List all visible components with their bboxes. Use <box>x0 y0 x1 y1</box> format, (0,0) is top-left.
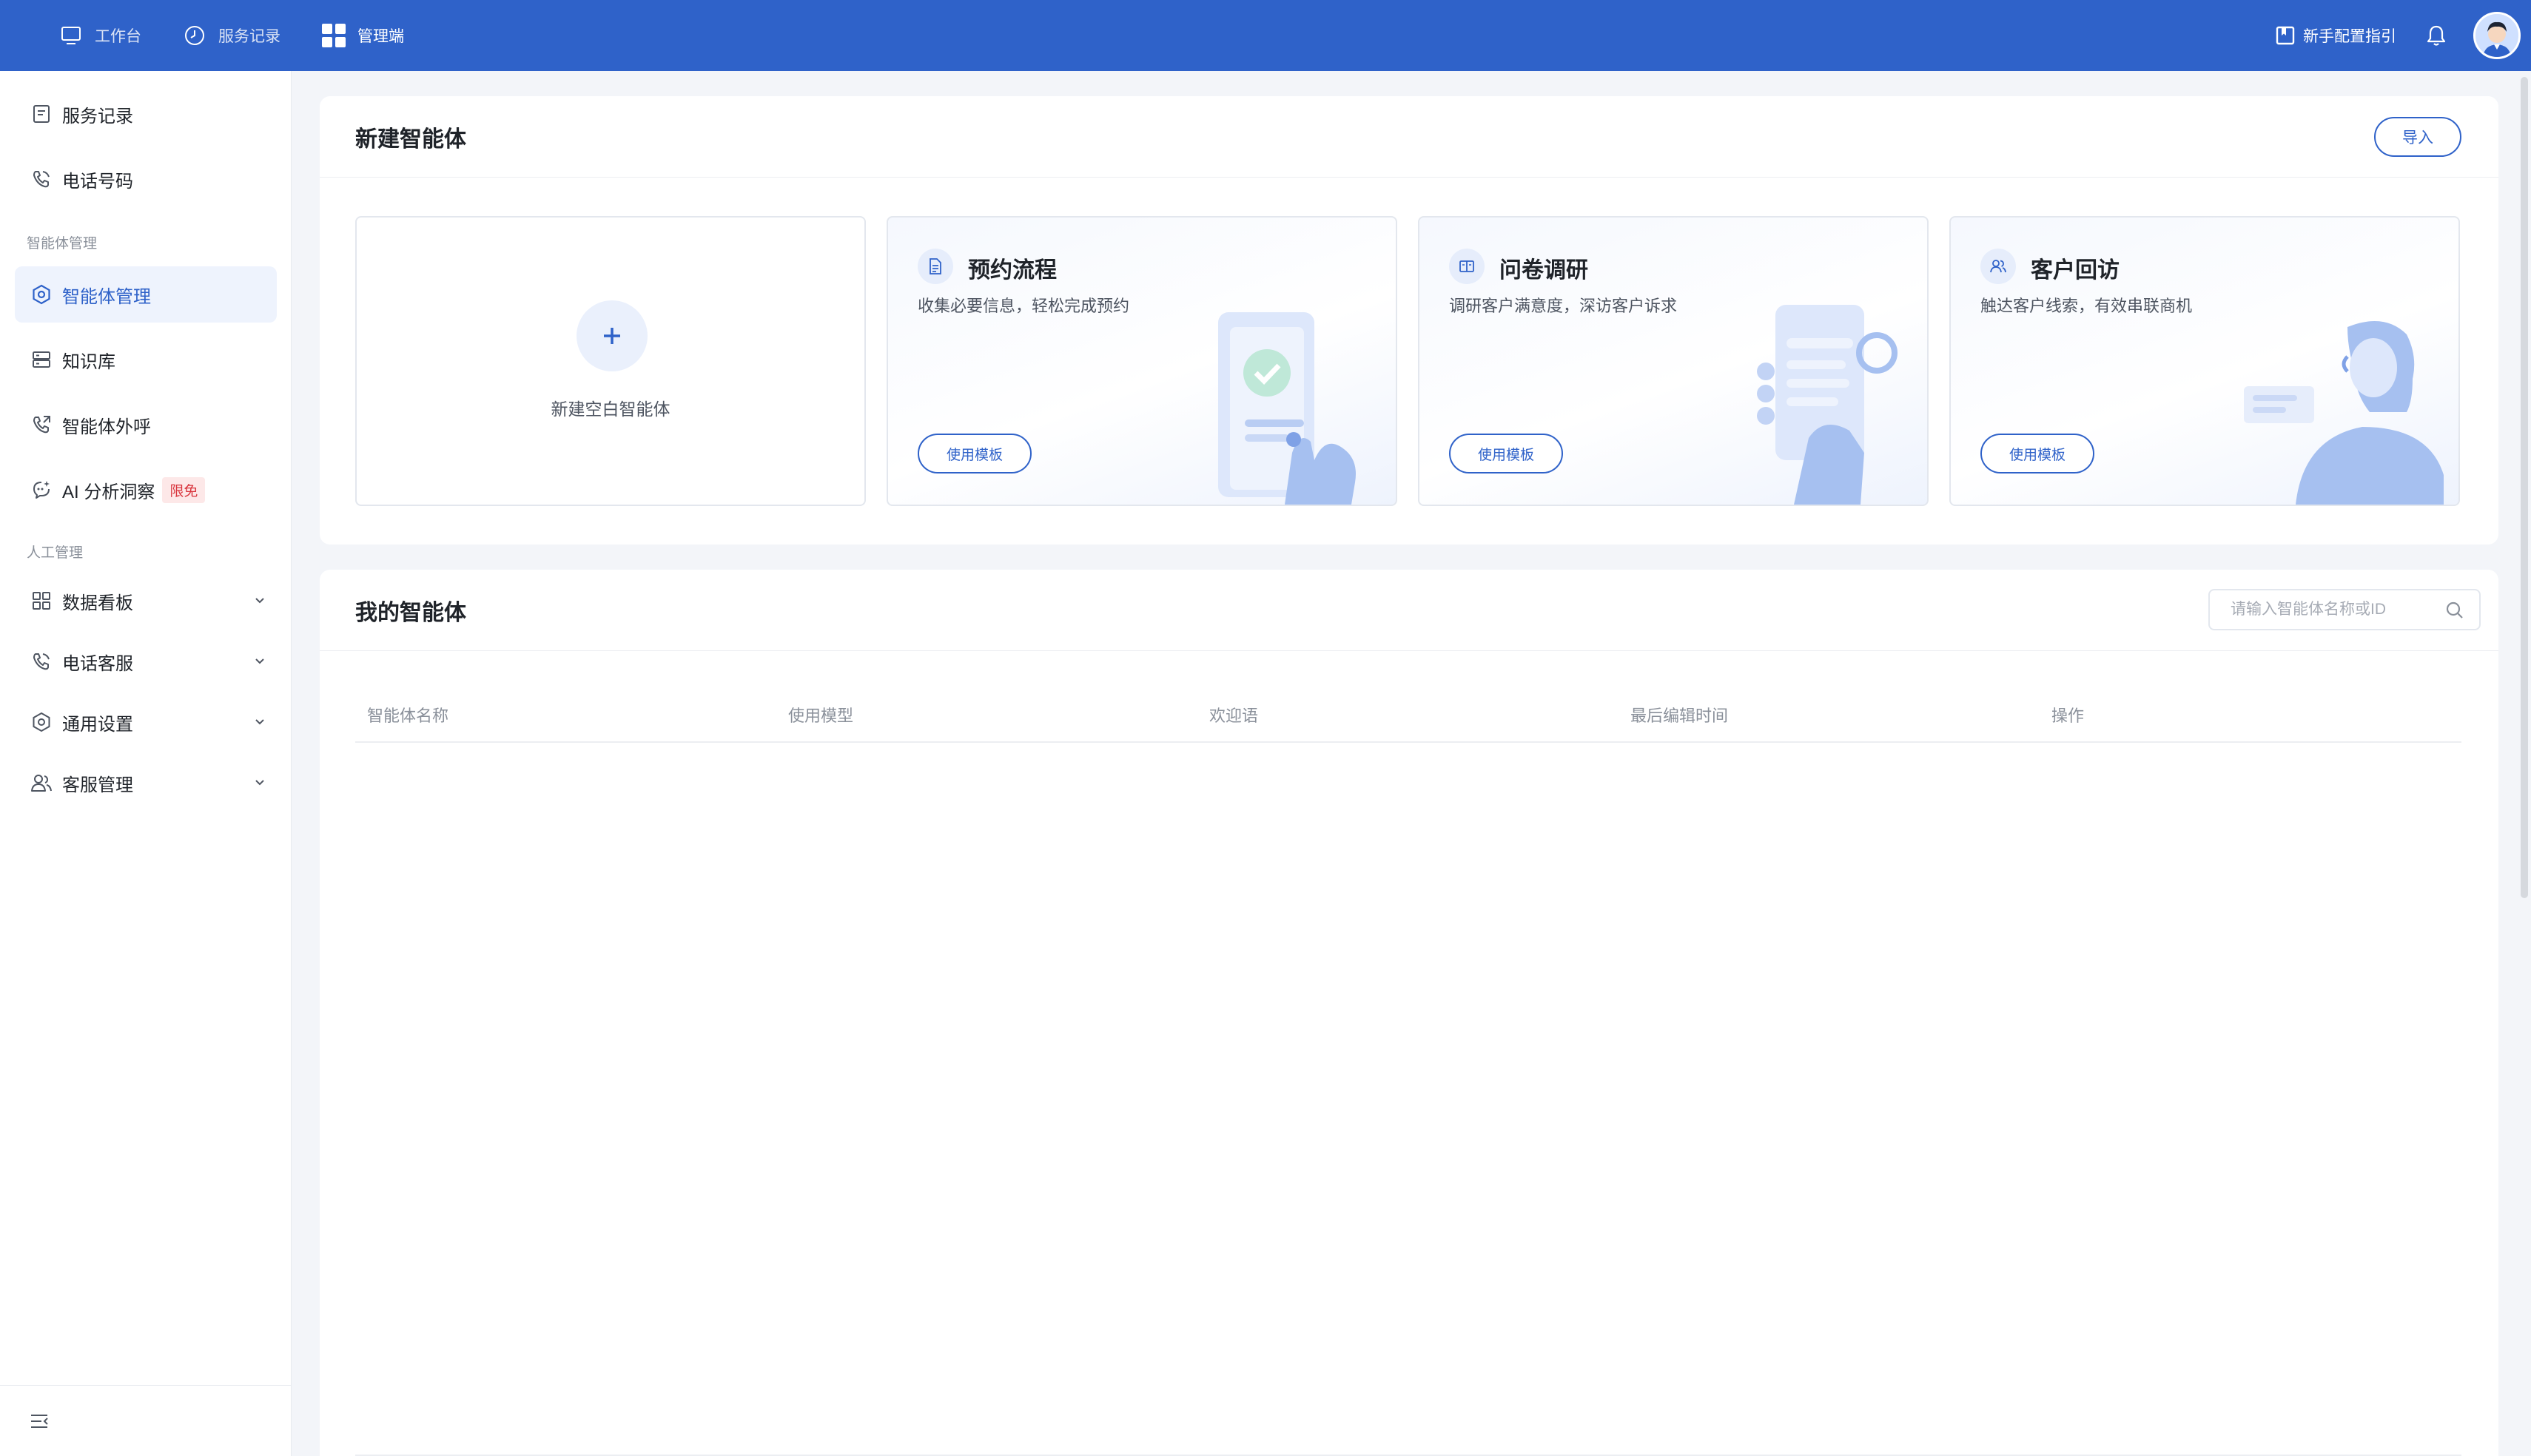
sidebar-item-label: AI 分析洞察 <box>62 482 155 502</box>
topnav-admin[interactable]: 管理端 <box>306 0 419 71</box>
column-header-last-edited: 最后编辑时间 <box>1630 707 1729 725</box>
hexagon-gear-icon <box>30 283 53 306</box>
topnav-service-records[interactable]: 服务记录 <box>167 0 295 71</box>
template-desc: 收集必要信息，轻松完成预约 <box>918 297 1130 315</box>
use-template-button[interactable]: 使用模板 <box>1449 434 1563 473</box>
customer-service-illustration <box>2244 321 2444 505</box>
book-icon <box>1449 249 1485 284</box>
collapse-sidebar-icon[interactable] <box>28 1409 52 1433</box>
sidebar-item-label: 电话客服 <box>62 653 133 674</box>
survey-phone-illustration <box>1757 305 1898 505</box>
phone-check-illustration <box>1218 312 1356 505</box>
database-icon <box>30 348 53 371</box>
gear-icon <box>30 710 53 734</box>
sidebar-item-label: 电话号码 <box>62 171 133 192</box>
sidebar-item-dashboard[interactable]: 数据看板 <box>15 573 277 629</box>
template-card-appointment: 预约流程 收集必要信息，轻松完成预约 使用模板 <box>887 216 1397 506</box>
top-nav: 工作台 服务记录 管理端 <box>43 0 429 71</box>
sidebar: 服务记录 电话号码 智能体管理 智能体管理 知识库 智能体外呼 AI 分析洞察 … <box>0 71 292 1456</box>
sidebar-item-label: 通用设置 <box>62 714 133 735</box>
clock-icon <box>181 22 208 49</box>
sidebar-item-label: 智能体管理 <box>62 286 151 307</box>
search-icon[interactable] <box>2445 601 2464 620</box>
avatar[interactable] <box>2473 12 2521 59</box>
phone-out-icon <box>30 413 53 437</box>
sidebar-item-label: 智能体外呼 <box>62 417 151 437</box>
topnav-admin-label: 管理端 <box>357 28 404 45</box>
create-agent-header: 新建智能体 导入 <box>320 96 2498 178</box>
sidebar-item-phone-numbers[interactable]: 电话号码 <box>15 151 277 207</box>
new-blank-agent-label: 新建空白智能体 <box>551 400 670 419</box>
search-box <box>2208 589 2481 630</box>
template-desc: 调研客户满意度，深访客户诉求 <box>1449 297 1678 315</box>
phone-icon <box>30 167 53 191</box>
sidebar-item-agent-management[interactable]: 智能体管理 <box>15 266 277 323</box>
sidebar-item-service-records[interactable]: 服务记录 <box>15 86 277 142</box>
monitor-icon <box>58 22 84 49</box>
chat-sparkle-icon <box>30 478 53 502</box>
use-template-button[interactable]: 使用模板 <box>1980 434 2094 473</box>
template-title: 预约流程 <box>968 258 1057 283</box>
chevron-down-icon <box>255 719 264 725</box>
dashboard-icon <box>30 589 53 613</box>
grid-icon <box>320 22 347 49</box>
my-agents-panel: 我的智能体 智能体名称 使用模型 欢迎语 最后编辑时间 操作 <box>320 570 2498 1456</box>
document-icon <box>918 249 953 284</box>
panel-title: 新建智能体 <box>355 127 466 152</box>
table-header-row: 智能体名称 使用模型 欢迎语 最后编辑时间 操作 <box>355 688 2461 743</box>
bell-icon[interactable] <box>2423 22 2450 49</box>
sidebar-item-phone-service[interactable]: 电话客服 <box>15 633 277 690</box>
free-badge: 限免 <box>162 476 206 503</box>
topnav-workbench-label: 工作台 <box>95 28 141 45</box>
top-bar-right: 新手配置指引 <box>2275 0 2531 71</box>
template-card-follow-up: 客户回访 触达客户线索，有效串联商机 使用模板 <box>1949 216 2460 506</box>
use-template-button[interactable]: 使用模板 <box>918 434 1032 473</box>
sidebar-item-knowledge-base[interactable]: 知识库 <box>15 331 277 388</box>
sidebar-item-label: 客服管理 <box>62 775 133 795</box>
users-icon <box>1980 249 2016 284</box>
setup-guide-label: 新手配置指引 <box>2303 28 2396 45</box>
sidebar-item-agent-staff[interactable]: 客服管理 <box>15 755 277 811</box>
my-agents-header: 我的智能体 <box>320 570 2498 651</box>
import-button[interactable]: 导入 <box>2374 117 2461 157</box>
top-bar: 工作台 服务记录 管理端 新手配置指引 <box>0 0 2531 71</box>
sidebar-item-label: 服务记录 <box>62 106 133 127</box>
sidebar-section-manual: 人工管理 <box>27 545 84 561</box>
sidebar-item-label: 知识库 <box>62 351 115 372</box>
column-header-model: 使用模型 <box>788 707 854 725</box>
sidebar-footer <box>0 1385 292 1456</box>
chevron-down-icon <box>255 658 264 664</box>
column-header-name: 智能体名称 <box>367 707 449 725</box>
book-flag-icon <box>2275 25 2296 46</box>
page-scrollbar[interactable] <box>2521 77 2528 898</box>
create-agent-panel: 新建智能体 导入 新建空白智能体 预约流程 收集必要信息，轻松完成预约 使用模板 <box>320 96 2498 545</box>
new-blank-agent-card[interactable]: 新建空白智能体 <box>355 216 866 506</box>
sidebar-item-agent-outbound[interactable]: 智能体外呼 <box>15 397 277 453</box>
panel-title: 我的智能体 <box>355 600 466 625</box>
setup-guide-link[interactable]: 新手配置指引 <box>2275 24 2396 47</box>
template-card-survey: 问卷调研 调研客户满意度，深访客户诉求 使用模板 <box>1418 216 1929 506</box>
template-title: 问卷调研 <box>1499 258 1588 283</box>
search-input[interactable] <box>2231 601 2423 619</box>
topnav-workbench[interactable]: 工作台 <box>43 0 156 71</box>
column-header-welcome: 欢迎语 <box>1209 707 1259 725</box>
chevron-down-icon <box>255 780 264 786</box>
topnav-service-records-label: 服务记录 <box>218 28 280 45</box>
chevron-down-icon <box>255 598 264 604</box>
users-icon <box>30 771 53 795</box>
template-desc: 触达客户线索，有效串联商机 <box>1980 297 2193 315</box>
template-title: 客户回访 <box>2031 258 2120 283</box>
phone-icon <box>30 650 53 673</box>
plus-icon[interactable] <box>577 300 648 371</box>
sidebar-item-general-settings[interactable]: 通用设置 <box>15 694 277 750</box>
document-icon <box>30 102 53 126</box>
sidebar-item-ai-insights[interactable]: AI 分析洞察 限免 <box>15 462 277 518</box>
sidebar-item-label: 数据看板 <box>62 593 133 613</box>
column-header-actions: 操作 <box>2051 707 2085 725</box>
sidebar-section-agent: 智能体管理 <box>27 236 98 252</box>
